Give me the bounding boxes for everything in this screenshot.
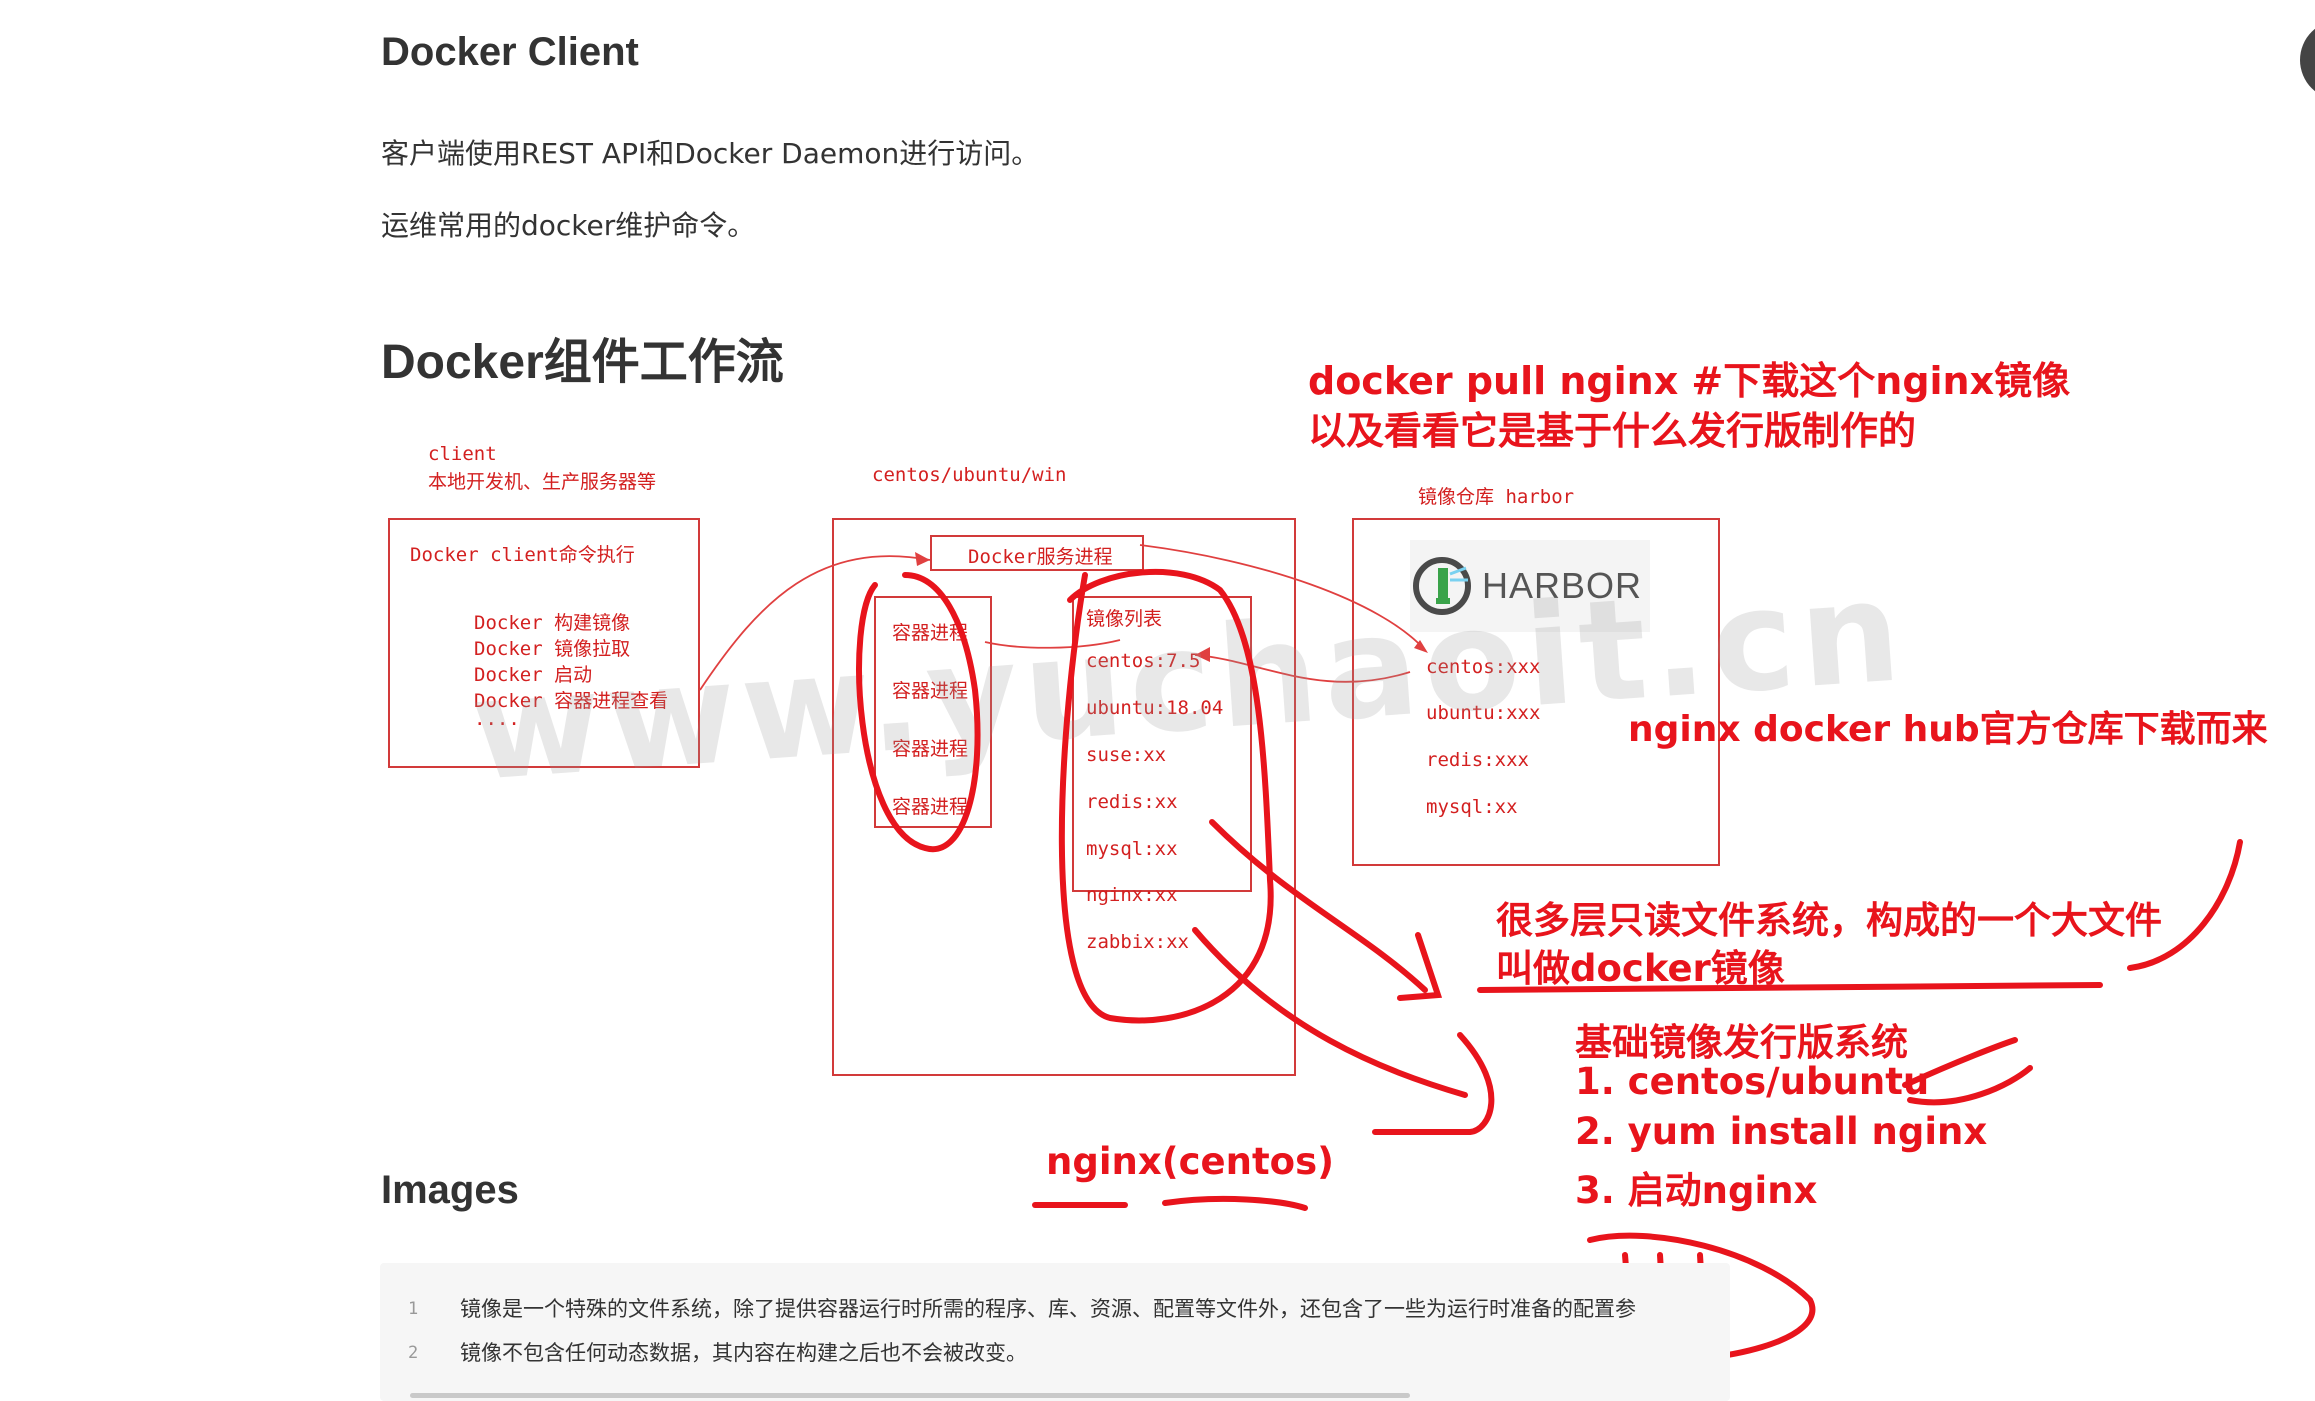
line-number: 1 <box>408 1299 419 1319</box>
annotation-layers-line2: 叫做docker镜像 <box>1496 947 1785 990</box>
annotation-nginx-centos: nginx(centos) <box>1046 1140 1335 1183</box>
code-block: 1 镜像是一个特殊的文件系统，除了提供容器运行时所需的程序、库、资源、配置等文件… <box>380 1263 1730 1401</box>
annotation-pull-line1: docker pull nginx #下载这个nginx镜像 <box>1308 359 2071 403</box>
annotation-layers-line1: 很多层只读文件系统，构成的一个大文件 <box>1496 899 2162 942</box>
annotation-hub-note: nginx docker hub官方仓库下载而来 <box>1628 709 2268 750</box>
horizontal-scrollbar[interactable] <box>410 1393 1410 1398</box>
code-line: 镜像不包含任何动态数据，其内容在构建之后也不会被改变。 <box>460 1341 1027 1365</box>
annotation-pull-line2: 以及看看它是基于什么发行版制作的 <box>1308 409 1917 453</box>
heading-images: Images <box>381 1168 519 1212</box>
code-line: 镜像是一个特殊的文件系统，除了提供容器运行时所需的程序、库、资源、配置等文件外，… <box>460 1297 1636 1321</box>
annotation-step: 3. 启动nginx <box>1575 1169 1818 1212</box>
line-number: 2 <box>408 1343 419 1363</box>
annotation-step: 2. yum install nginx <box>1575 1110 1988 1153</box>
annotation-step: 1. centos/ubuntu <box>1575 1060 1930 1103</box>
annotation-base-title: 基础镜像发行版系统 <box>1575 1021 1908 1064</box>
